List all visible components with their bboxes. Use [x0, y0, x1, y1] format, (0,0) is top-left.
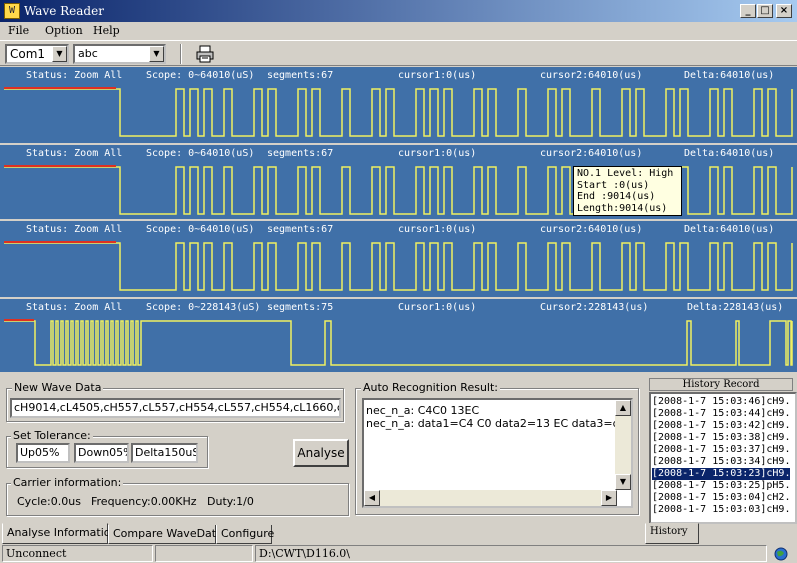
- waveform-line: [4, 320, 793, 366]
- scroll-up-icon[interactable]: ▲: [615, 400, 631, 416]
- segment-tooltip: NO.1 Level: High Start :0(us) End :9014(…: [573, 166, 682, 216]
- new-wave-field[interactable]: cH9014,cL4505,cH557,cL557,cH554,cL557,cH…: [10, 398, 341, 418]
- result-line: nec_n_a: data1=C4 C0 data2=13 EC data3=d…: [366, 417, 616, 430]
- auto-recognition-result[interactable]: nec_n_a: C4C0 13EC nec_n_a: data1=C4 C0 …: [362, 398, 633, 508]
- tolerance-up-field[interactable]: Up05%: [16, 443, 70, 463]
- wave-panel-1[interactable]: Status: Zoom All Scope: 0~64010(uS) segm…: [0, 67, 797, 145]
- status-bar: Unconnect D:\CWT\D116.0\: [0, 544, 797, 563]
- status-path: D:\CWT\D116.0\: [255, 545, 767, 562]
- wave-scope: Scope: 0~64010(uS): [146, 148, 255, 159]
- wave-panel-3[interactable]: Status: Zoom All Scope: 0~64010(uS) segm…: [0, 221, 797, 299]
- scroll-right-icon[interactable]: ▶: [601, 490, 617, 506]
- wave-scope: Scope: 0~64010(uS): [146, 224, 255, 235]
- wave-cursor2: Cursor2:228143(us): [540, 302, 649, 313]
- carrier-duty: Duty:1/0: [207, 495, 254, 508]
- carrier-frequency: Frequency:0.00KHz: [91, 495, 197, 508]
- tolerance-delta-field[interactable]: Delta150uS: [131, 443, 198, 463]
- wave-status: Status: Zoom All: [26, 70, 123, 81]
- wave-panel-4[interactable]: Status: Zoom All Scope: 0~228143(uS) seg…: [0, 299, 797, 372]
- scroll-down-icon[interactable]: ▼: [615, 474, 631, 490]
- status-blank: [155, 545, 253, 562]
- scroll-left-icon[interactable]: ◀: [364, 490, 380, 506]
- wave-segments: segments:67: [267, 70, 334, 81]
- wave-cursor1: cursor1:0(us): [398, 224, 477, 235]
- menu-bar: File Option Help: [0, 22, 797, 40]
- window-title: Wave Reader: [24, 4, 104, 18]
- history-title: History Record: [649, 378, 793, 391]
- printer-icon[interactable]: [196, 45, 214, 63]
- wave-delta: Delta:64010(us): [684, 148, 775, 159]
- wave-status: Status: Zoom All: [26, 148, 123, 159]
- wave-cursor1: cursor1:0(us): [398, 148, 477, 159]
- tooltip-line: NO.1 Level: High: [577, 168, 674, 179]
- wave-delta: Delta:64010(us): [684, 70, 775, 81]
- tab-compare-wavedata[interactable]: Compare WaveData: [108, 525, 223, 544]
- wave-cursor1: Cursor1:0(us): [398, 302, 477, 313]
- minimize-button[interactable]: _: [740, 4, 756, 18]
- wave-cursor2: cursor2:64010(us): [540, 224, 643, 235]
- chevron-down-icon[interactable]: ▼: [52, 46, 67, 62]
- tab-history[interactable]: History: [645, 523, 699, 544]
- carrier-cycle: Cycle:0.0us: [17, 495, 81, 508]
- maximize-button[interactable]: □: [757, 4, 773, 18]
- menu-help[interactable]: Help: [93, 24, 120, 37]
- history-item[interactable]: [2008-1-7 15:03:23]cH9.: [652, 468, 791, 480]
- waveform-line: [4, 88, 793, 137]
- wave-scope: Scope: 0~64010(uS): [146, 70, 255, 81]
- close-button[interactable]: ×: [776, 4, 792, 18]
- result-line: nec_n_a: C4C0 13EC: [366, 404, 480, 417]
- history-item[interactable]: [2008-1-7 15:03:34]cH9.: [652, 456, 790, 468]
- protocol-select-value: abc: [78, 47, 98, 60]
- status-connection: Unconnect: [2, 545, 153, 562]
- history-item[interactable]: [2008-1-7 15:03:37]cH9.: [652, 444, 790, 456]
- waveform-line: [4, 242, 793, 291]
- toolbar-separator: [180, 44, 182, 64]
- menu-file[interactable]: File: [8, 24, 29, 37]
- analyse-button[interactable]: Analyse: [293, 439, 349, 467]
- carrier-title: Carrier information:: [11, 476, 124, 489]
- history-item[interactable]: [2008-1-7 15:03:25]pH5.: [652, 480, 790, 492]
- wave-app-icon: W: [4, 3, 20, 19]
- tolerance-title: Set Tolerance:: [11, 429, 93, 442]
- toolbar: Com1 ▼ abc ▼: [0, 40, 797, 66]
- waveform-display[interactable]: Status: Zoom All Scope: 0~64010(uS) segm…: [0, 67, 797, 372]
- wave-delta: Delta:64010(us): [684, 224, 775, 235]
- title-bar: W Wave Reader _ □ ×: [0, 0, 797, 22]
- history-list[interactable]: [2008-1-7 15:03:46]cH9. [2008-1-7 15:03:4…: [649, 392, 797, 524]
- history-item[interactable]: [2008-1-7 15:03:38]cH9.: [652, 432, 790, 444]
- horizontal-scrollbar[interactable]: ◀ ▶: [364, 490, 617, 506]
- chevron-down-icon[interactable]: ▼: [149, 46, 164, 62]
- wave-segments: segments:67: [267, 148, 334, 159]
- history-item[interactable]: [2008-1-7 15:03:03]cH9.: [652, 504, 790, 516]
- history-item[interactable]: [2008-1-7 15:03:42]cH9.: [652, 420, 790, 432]
- history-panel: History Record [2008-1-7 15:03:46]cH9. [2…: [645, 376, 797, 526]
- wave-cursor2: cursor2:64010(us): [540, 70, 643, 81]
- tooltip-line: Start :0(us): [577, 179, 650, 191]
- auto-recognition-title: Auto Recognition Result:: [361, 381, 501, 394]
- protocol-select[interactable]: abc ▼: [73, 44, 166, 64]
- tolerance-down-field[interactable]: Down05%: [74, 443, 129, 463]
- network-icon: [774, 547, 788, 561]
- vertical-scrollbar[interactable]: ▲ ▼: [615, 400, 631, 490]
- history-item[interactable]: [2008-1-7 15:03:04]cH2.: [652, 492, 790, 504]
- port-select-value: Com1: [10, 47, 46, 61]
- port-select[interactable]: Com1 ▼: [5, 44, 69, 64]
- wave-delta: Delta:228143(us): [687, 302, 784, 313]
- wave-segments: segments:67: [267, 224, 334, 235]
- history-item[interactable]: [2008-1-7 15:03:44]cH9.: [652, 408, 790, 420]
- wave-status: Status: Zoom All: [26, 224, 123, 235]
- tab-analyse-information[interactable]: Analyse Information: [2, 523, 117, 544]
- tooltip-line: End :9014(us): [577, 191, 656, 202]
- wave-cursor1: cursor1:0(us): [398, 70, 477, 81]
- wave-cursor2: cursor2:64010(us): [540, 148, 643, 159]
- tooltip-line: Length:9014(us): [577, 202, 668, 214]
- wave-scope: Scope: 0~228143(uS): [146, 302, 261, 313]
- new-wave-title: New Wave Data: [12, 381, 104, 394]
- menu-option[interactable]: Option: [45, 24, 83, 37]
- wave-segments: segments:75: [267, 302, 334, 313]
- wave-status: Status: Zoom All: [26, 302, 123, 313]
- tab-configure[interactable]: Configure: [216, 525, 274, 544]
- history-item[interactable]: [2008-1-7 15:03:46]cH9.: [652, 396, 790, 408]
